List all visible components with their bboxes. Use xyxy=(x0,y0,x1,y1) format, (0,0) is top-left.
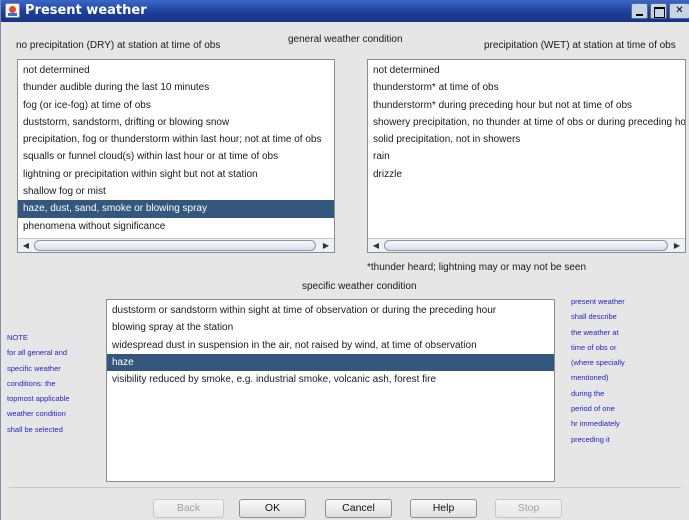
present-weather-window: Present weather ✕ no precipitation (DRY)… xyxy=(0,0,689,520)
wet-listbox[interactable]: not determined thunderstorm* at time of o… xyxy=(367,59,686,253)
side-note-text: present weather shall describe the weather… xyxy=(571,294,625,447)
ok-button[interactable]: OK xyxy=(239,499,306,518)
thunder-footnote: *thunder heard; lightning may or may not… xyxy=(367,262,587,273)
scroll-left-arrow-icon[interactable]: ◀ xyxy=(20,240,32,251)
dry-list-item[interactable]: precipitation, fog or thunderstorm withi… xyxy=(18,131,334,148)
side-note-line: preceding it xyxy=(571,434,610,444)
title-bar[interactable]: Present weather ✕ xyxy=(1,0,689,22)
dry-list-item[interactable]: fog (or ice-fog) at time of obs xyxy=(18,97,334,114)
dry-list-item[interactable]: not determined xyxy=(18,62,334,79)
window-title: Present weather xyxy=(25,3,147,18)
dry-list-item[interactable]: haze, dust, sand, smoke or blowing spray xyxy=(18,200,334,218)
wet-list-item[interactable]: thunderstorm* at time of obs xyxy=(368,79,685,96)
note-line: topmost applicable xyxy=(7,394,70,404)
scroll-thumb[interactable] xyxy=(384,240,668,251)
specific-list-item[interactable]: blowing spray at the station xyxy=(107,319,554,336)
separator xyxy=(9,487,681,488)
scroll-thumb[interactable] xyxy=(34,240,316,251)
side-note-line: present weather xyxy=(571,297,625,306)
back-button[interactable]: Back xyxy=(153,499,224,518)
side-note-line: period of one xyxy=(571,404,615,414)
dry-list-item[interactable]: squalls or funnel cloud(s) within last h… xyxy=(18,148,334,165)
note-line: shall be selected xyxy=(7,424,63,434)
scroll-right-arrow-icon[interactable]: ▶ xyxy=(671,240,683,251)
specific-list-item[interactable]: haze xyxy=(107,353,554,372)
note-text: NOTE for all general and specific weather c… xyxy=(7,330,70,437)
dry-listbox[interactable]: not determined thunder audible during the… xyxy=(17,59,335,253)
general-condition-label: general weather condition xyxy=(288,34,403,45)
specific-listbox[interactable]: duststorm or sandstorm within sight at t… xyxy=(106,299,555,482)
java-app-icon xyxy=(5,3,20,18)
note-line: specific weather xyxy=(7,363,61,373)
wet-list-item[interactable]: solid precipitation, not in showers xyxy=(368,131,685,148)
close-button[interactable]: ✕ xyxy=(669,3,689,19)
wet-label: precipitation (WET) at station at time o… xyxy=(484,40,676,51)
side-note-line: hr immediately xyxy=(571,419,620,429)
wet-list-item[interactable]: rain xyxy=(368,148,685,165)
wet-list-item[interactable]: drizzle xyxy=(368,166,685,183)
note-line: for all general and xyxy=(7,348,68,358)
dry-hscrollbar[interactable]: ◀ ▶ xyxy=(18,238,334,252)
maximize-button[interactable] xyxy=(650,3,667,19)
note-line: conditions: the xyxy=(7,378,56,388)
specific-list-item[interactable]: visibility reduced by smoke, e.g. indust… xyxy=(107,371,554,388)
specific-list-item[interactable]: duststorm or sandstorm within sight at t… xyxy=(107,302,554,319)
specific-condition-label: specific weather condition xyxy=(302,281,417,292)
side-note-line: the weather at xyxy=(571,327,619,337)
specific-list: duststorm or sandstorm within sight at t… xyxy=(107,302,554,388)
dry-label: no precipitation (DRY) at station at tim… xyxy=(16,40,221,51)
wet-hscrollbar[interactable]: ◀ ▶ xyxy=(368,238,685,252)
minimize-button[interactable] xyxy=(631,3,648,19)
dry-list: not determined thunder audible during the… xyxy=(18,62,334,235)
scroll-right-arrow-icon[interactable]: ▶ xyxy=(320,240,332,251)
side-note-line: shall describe xyxy=(571,312,617,322)
side-note-line: mentioned) xyxy=(571,373,609,383)
wet-list-item[interactable]: thunderstorm* during preceding hour but … xyxy=(368,97,685,114)
dry-list-item[interactable]: shallow fog or mist xyxy=(18,183,334,200)
wet-list: not determined thunderstorm* at time of o… xyxy=(368,62,685,183)
note-line: NOTE xyxy=(7,333,28,342)
dry-list-item[interactable]: thunder audible during the last 10 minut… xyxy=(18,79,334,96)
side-note-line: (where specially xyxy=(571,358,625,368)
dry-list-item[interactable]: phenomena without significance xyxy=(18,218,334,235)
note-line: weather condition xyxy=(7,409,66,419)
cancel-button[interactable]: Cancel xyxy=(325,499,392,518)
dry-list-item[interactable]: lightning or precipitation within sight … xyxy=(18,166,334,183)
stop-button[interactable]: Stop xyxy=(495,499,562,518)
specific-list-item[interactable]: widespread dust in suspension in the air… xyxy=(107,337,554,354)
wet-list-item[interactable]: showery precipitation, no thunder at tim… xyxy=(368,114,685,131)
side-note-line: time of obs or xyxy=(571,342,617,352)
side-note-line: during the xyxy=(571,388,605,398)
scroll-left-arrow-icon[interactable]: ◀ xyxy=(370,240,382,251)
help-button[interactable]: Help xyxy=(410,499,477,518)
wet-list-item[interactable]: not determined xyxy=(368,62,685,79)
dry-list-item[interactable]: duststorm, sandstorm, drifting or blowin… xyxy=(18,114,334,131)
